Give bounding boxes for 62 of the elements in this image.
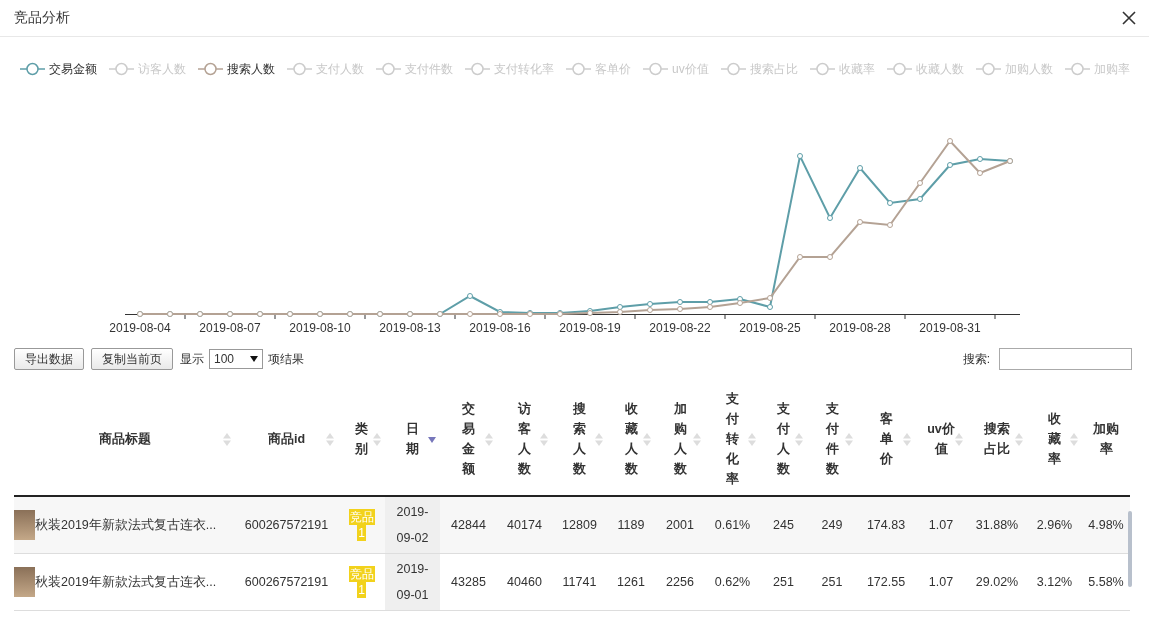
table-cell: 42844 <box>440 496 497 554</box>
toolbar-button[interactable]: 复制当前页 <box>91 348 173 370</box>
table-cell: 2019-09-02 <box>385 496 440 554</box>
table-cell: 1261 <box>607 553 655 611</box>
table-cell: 40460 <box>497 553 552 611</box>
page-size-select[interactable]: 100 <box>209 349 263 369</box>
table-cell: 172.55 <box>857 553 915 611</box>
table-cell: 1189 <box>607 496 655 554</box>
legend-marker-icon <box>1064 62 1090 76</box>
legend-item[interactable]: 交易金额 <box>20 59 97 79</box>
photo-placeholder <box>14 510 35 540</box>
table-cell: 0.62% <box>705 553 760 611</box>
table-cell: 31.88% <box>967 496 1027 554</box>
legend-marker-icon <box>566 62 591 76</box>
close-icon <box>1121 10 1137 26</box>
legend-marker-icon <box>376 62 401 76</box>
legend-marker-icon <box>886 62 912 76</box>
table-cell: 600267572191 <box>235 553 338 611</box>
show-label: 显示 <box>180 350 204 368</box>
results-label: 项结果 <box>268 350 304 368</box>
dialog-title: 竞品分析 <box>14 9 70 27</box>
search-field[interactable] <box>999 348 1132 370</box>
table-cell: 2.96% <box>1027 496 1082 554</box>
legend-item[interactable]: 搜索人数 <box>198 59 275 79</box>
table-cell: 174.83 <box>857 496 915 554</box>
toolbar-button[interactable]: 导出数据 <box>14 348 84 370</box>
legend-marker-icon <box>20 62 45 76</box>
table-cell: 5.58% <box>1082 553 1130 611</box>
product-title: 秋装2019年新款法式复古连衣... <box>35 516 217 534</box>
table-cell: 600267572191 <box>235 496 338 554</box>
table-cell: 2019-09-01 <box>385 553 440 611</box>
legend-marker-icon <box>720 62 746 76</box>
table-cell: 40174 <box>497 496 552 554</box>
legend-marker-icon <box>465 62 490 76</box>
table-cell: 1.07 <box>915 496 967 554</box>
table-cell: 251 <box>807 553 857 611</box>
legend-marker-icon <box>109 62 134 76</box>
table-cell: 43285 <box>440 553 497 611</box>
table-cell: 251 <box>760 553 807 611</box>
scrollbar[interactable] <box>1128 511 1132 587</box>
legend-marker-icon <box>975 62 1001 76</box>
search-label: 搜索: <box>962 350 990 368</box>
table-cell: 249 <box>807 496 857 554</box>
caret-icon <box>250 356 258 362</box>
table-cell: 2256 <box>655 553 705 611</box>
table-cell: 3.12% <box>1027 553 1082 611</box>
table-cell: 0.61% <box>705 496 760 554</box>
table-cell: 245 <box>760 496 807 554</box>
legend-marker-icon <box>643 62 668 76</box>
table-cell: 2001 <box>655 496 705 554</box>
table-cell: 12809 <box>552 496 607 554</box>
close-button[interactable] <box>1121 10 1137 26</box>
line-chart: 2019-08-04 2019-08-07 2019-08-10 2019-08-13 2019-08-16 2019-08-19 2019-08-22 2019-08-25 2019-08-28 2019-08-31 <box>0 79 1149 337</box>
photo-placeholder <box>14 567 35 597</box>
product-title: 秋装2019年新款法式复古连衣... <box>35 573 217 591</box>
legend-marker-icon <box>287 62 312 76</box>
legend-marker-icon <box>198 62 223 76</box>
table-cell: 4.98% <box>1082 496 1130 554</box>
legend-marker-icon <box>809 62 835 76</box>
table-cell: 1.07 <box>915 553 967 611</box>
table-cell: 29.02% <box>967 553 1027 611</box>
table-cell: 11741 <box>552 553 607 611</box>
